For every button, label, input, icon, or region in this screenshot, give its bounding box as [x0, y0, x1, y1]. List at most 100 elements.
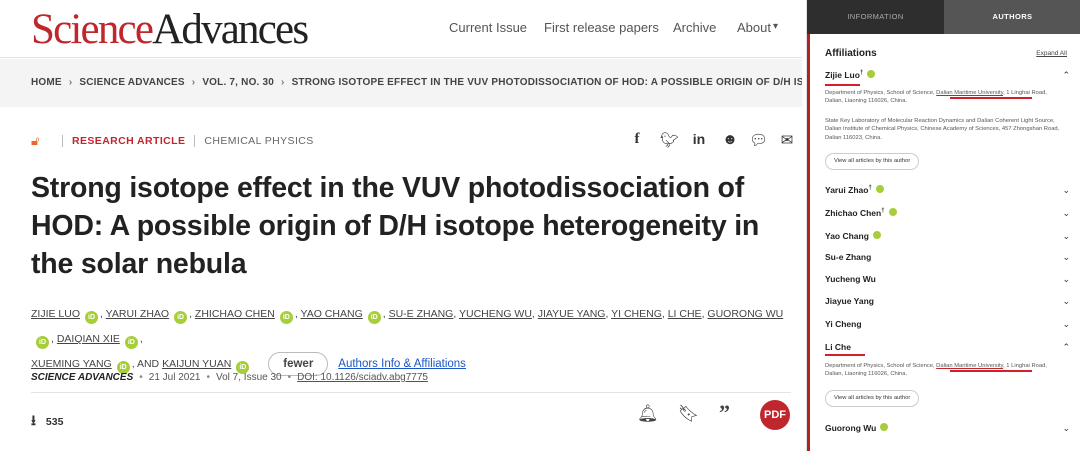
journal-logo[interactable]: ScienceAdvances — [31, 5, 309, 55]
doi-link[interactable]: DOI: 10.1126/sciadv.abg7775 — [297, 372, 428, 383]
author-link[interactable]: ZIJIE LUO — [31, 308, 80, 320]
publish-date: 21 Jul 2021 — [148, 372, 201, 383]
orcid-icon[interactable]: iD — [367, 311, 381, 324]
authors-info-link[interactable]: Authors Info & Affiliations — [338, 358, 466, 370]
journal-name: SCIENCE ADVANCES — [31, 372, 134, 383]
highlight-underline — [825, 84, 860, 86]
article-meta: SCIENCE ADVANCES • 21 Jul 2021 • Vol 7, Issu… — [31, 372, 428, 383]
author-link[interactable]: JIAYUE YANG — [538, 308, 606, 320]
author-link[interactable]: YI CHENG — [611, 308, 662, 320]
download-icon: ⭳ — [31, 412, 36, 428]
author-link[interactable]: YAO CHANG — [301, 308, 363, 320]
reddit-icon[interactable]: ☻ — [721, 131, 739, 149]
author-link[interactable]: ZHICHAO CHEN — [195, 308, 275, 320]
bookmark-icon[interactable]: 🔖︎ — [678, 404, 700, 424]
site-header: ScienceAdvances Current Issue First rele… — [0, 0, 802, 58]
breadcrumb-volume[interactable]: VOL. 7, NO. 30 — [202, 77, 274, 88]
highlight-underline — [950, 370, 1032, 372]
chevron-down-icon[interactable]: ⌄ — [1062, 231, 1070, 242]
view-all-articles-button[interactable]: View all articles by this author — [825, 153, 920, 170]
author-link[interactable]: YARUI ZHAO — [106, 308, 169, 320]
open-access-icon: 🔓︎ — [31, 133, 40, 148]
nav-current-issue[interactable]: Current Issue — [449, 20, 527, 35]
tab-authors[interactable]: AUTHORS — [944, 0, 1080, 34]
author-link[interactable]: LI CHE — [668, 308, 702, 320]
chevron-right-icon: › — [68, 77, 73, 88]
nav-first-release[interactable]: First release papers — [544, 20, 659, 35]
chevron-down-icon[interactable]: ⌄ — [1062, 185, 1070, 196]
orcid-icon[interactable] — [880, 423, 889, 431]
author-link[interactable]: DAIQIAN XIE — [57, 333, 120, 345]
breadcrumb-journal[interactable]: SCIENCE ADVANCES — [79, 77, 184, 88]
chevron-down-icon[interactable]: ⌄ — [1062, 423, 1070, 434]
divider — [62, 135, 63, 147]
orcid-icon[interactable] — [875, 185, 884, 193]
author-link[interactable]: KAIJUN YUAN — [162, 358, 231, 370]
wechat-icon[interactable]: 💬︎ — [749, 131, 768, 149]
affiliations-heading: Affiliations — [825, 48, 877, 59]
article-title: Strong isotope effect in the VUV photodi… — [31, 172, 760, 280]
chevron-down-icon[interactable]: ▾ — [773, 21, 778, 32]
linkedin-icon[interactable]: in — [690, 131, 708, 149]
author-link[interactable]: YUCHENG WU — [459, 308, 532, 320]
nav-archive[interactable]: Archive — [673, 20, 716, 35]
orcid-icon[interactable]: iD — [36, 336, 49, 349]
orcid-icon[interactable]: iD — [124, 336, 138, 349]
breadcrumb: HOME › SCIENCE ADVANCES › VOL. 7, NO. 30 › STR… — [0, 59, 848, 107]
author-row-yucheng-wu[interactable]: Yucheng Wu ⌄ — [825, 274, 1070, 288]
bell-icon[interactable]: 🔔︎ — [637, 404, 659, 424]
divider — [194, 135, 196, 147]
breadcrumb-home[interactable]: HOME — [31, 77, 62, 88]
author-row-zijie-luo[interactable]: Zijie Luo† ⌃ — [825, 70, 1070, 84]
author-link[interactable]: GUORONG WU — [707, 308, 783, 320]
author-link[interactable]: SU-E ZHANG — [389, 308, 454, 320]
orcid-icon[interactable] — [888, 208, 897, 216]
divider — [31, 392, 791, 393]
twitter-icon[interactable]: 🐦︎ — [660, 131, 679, 149]
author-row-yarui-zhao[interactable]: Yarui Zhao† ⌄ — [825, 185, 1070, 199]
expand-all-link[interactable]: Expand All — [1036, 50, 1067, 57]
chevron-up-icon[interactable]: ⌃ — [1062, 70, 1070, 81]
pdf-icon[interactable]: PDF — [760, 400, 790, 430]
chevron-down-icon[interactable]: ⌄ — [1062, 319, 1070, 330]
chevron-right-icon: › — [191, 77, 196, 88]
author-row-yao-chang[interactable]: Yao Chang ⌄ — [825, 231, 1070, 245]
author-row-zhichao-chen[interactable]: Zhichao Chen† ⌄ — [825, 208, 1070, 222]
author-row-guorong-wu[interactable]: Guorong Wu ⌄ — [825, 423, 1070, 437]
and-text: , AND — [131, 358, 160, 370]
article-page: ScienceAdvances Current Issue First rele… — [0, 0, 848, 451]
info-sidebar: INFORMATION AUTHORS Affiliations Expand … — [806, 0, 1080, 451]
chevron-down-icon[interactable]: ⌄ — [1062, 274, 1070, 285]
tab-information[interactable]: INFORMATION — [807, 0, 944, 34]
author-row-yi-cheng[interactable]: Yi Cheng ⌄ — [825, 319, 1070, 333]
chevron-down-icon[interactable]: ⌄ — [1062, 252, 1070, 263]
affiliation-text: State Key Laboratory of Molecular Reacti… — [825, 118, 1060, 141]
highlight-underline — [950, 97, 1032, 99]
chevron-right-icon: › — [281, 77, 285, 88]
chevron-down-icon[interactable]: ⌄ — [1062, 208, 1070, 219]
quote-icon[interactable]: ” — [719, 400, 730, 426]
orcid-icon[interactable] — [867, 70, 876, 78]
article-subject[interactable]: CHEMICAL PHYSICS — [204, 135, 313, 147]
author-row-su-e-zhang[interactable]: Su-e Zhang ⌄ — [825, 252, 1070, 266]
email-icon[interactable]: ✉ — [778, 131, 796, 149]
author-row-jiayue-yang[interactable]: Jiayue Yang ⌄ — [825, 296, 1070, 310]
highlight-underline — [825, 354, 865, 356]
facebook-icon[interactable]: f — [628, 131, 646, 149]
orcid-icon[interactable] — [872, 231, 881, 239]
affiliations-panel: Affiliations Expand All Zijie Luo† ⌃ Dep… — [807, 34, 1080, 451]
article-category-line: 🔓︎ RESEARCH ARTICLE CHEMICAL PHYSICS — [31, 134, 314, 148]
breadcrumb-article: STRONG ISOTOPE EFFECT IN THE VUV PHOTODI… — [291, 77, 849, 88]
chevron-up-icon[interactable]: ⌃ — [1062, 342, 1070, 353]
download-count: ⭳ 535 — [31, 410, 63, 434]
orcid-icon[interactable]: iD — [85, 311, 99, 324]
orcid-icon[interactable]: iD — [174, 311, 188, 324]
view-all-articles-button[interactable]: View all articles by this author — [825, 390, 920, 407]
volume-issue[interactable]: Vol 7, Issue 30 — [216, 372, 282, 383]
sidebar-tabs: INFORMATION AUTHORS — [807, 0, 1080, 34]
author-link[interactable]: XUEMING YANG — [31, 358, 112, 370]
chevron-down-icon[interactable]: ⌄ — [1062, 296, 1070, 307]
nav-about[interactable]: About — [737, 20, 771, 35]
author-list: ZIJIE LUO iD, YARUI ZHAO iD, ZHICHAO CHEN i… — [31, 302, 801, 377]
orcid-icon[interactable]: iD — [279, 311, 293, 324]
